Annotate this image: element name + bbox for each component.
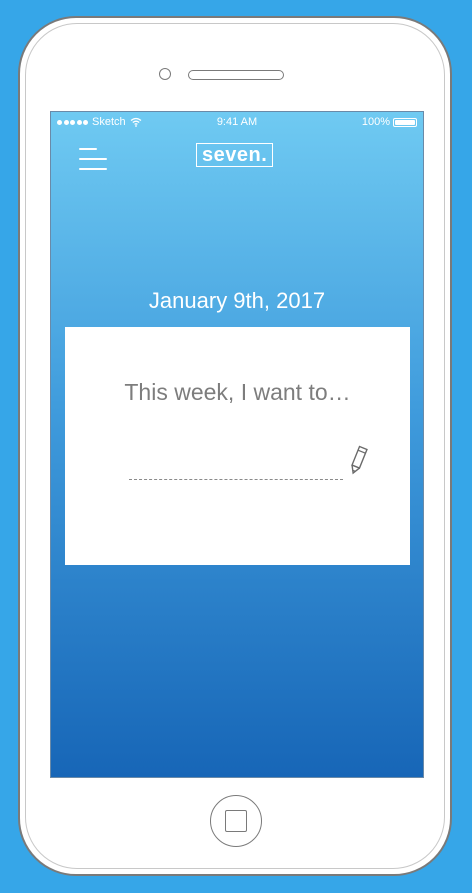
home-button[interactable]: [210, 795, 262, 847]
status-right: 100%: [362, 116, 417, 128]
pencil-icon[interactable]: [348, 445, 368, 477]
status-bar: Sketch 9:41 AM 100%: [51, 112, 423, 132]
home-square-icon: [225, 810, 247, 832]
app-logo: seven.: [196, 143, 274, 167]
battery-icon: [393, 117, 417, 127]
app-screen: Sketch 9:41 AM 100% seven. January 9th, …: [50, 111, 424, 778]
goal-input[interactable]: [129, 455, 343, 480]
front-camera: [159, 68, 171, 80]
goal-prompt: This week, I want to…: [124, 379, 351, 405]
battery-percentage: 100%: [361, 116, 390, 128]
goal-card: This week, I want to…: [65, 327, 410, 565]
current-date: January 9th, 2017: [148, 288, 326, 313]
phone-frame: Sketch 9:41 AM 100% seven. January 9th, …: [18, 16, 452, 876]
earpiece-speaker: [188, 70, 284, 80]
hamburger-menu-icon[interactable]: [79, 148, 107, 170]
